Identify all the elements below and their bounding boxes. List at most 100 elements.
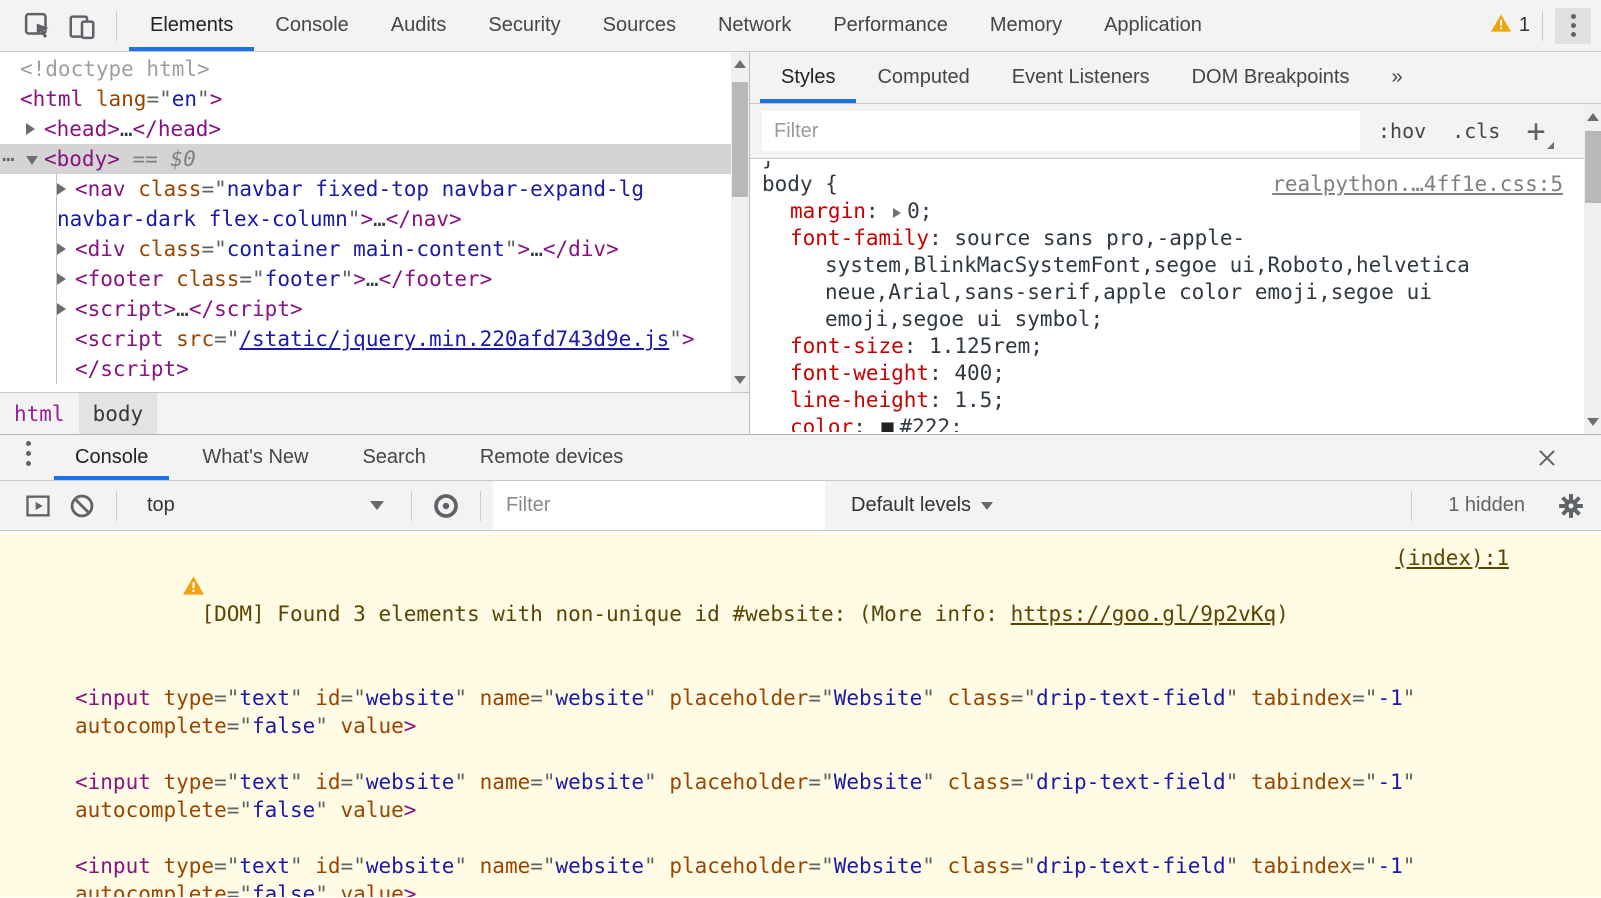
device-toolbar-icon[interactable] [60, 4, 104, 48]
toolbar-divider [116, 491, 117, 521]
new-style-rule-button[interactable]: + [1526, 121, 1545, 141]
dom-tree-node[interactable]: <html lang="en"> [0, 84, 731, 114]
dom-tree-node[interactable]: <script src="/static/jquery.min.220afd74… [57, 324, 731, 354]
panel-tab-security[interactable]: Security [467, 0, 581, 51]
devtools-top-bar: ElementsConsoleAuditsSecuritySourcesNetw… [0, 0, 1601, 52]
collapsed-arrow-icon[interactable] [57, 233, 75, 263]
panel-tab-console[interactable]: Console [254, 0, 369, 51]
warning-icon [30, 547, 205, 631]
drawer-tab-bar: Console What's New Search Remote devices [0, 435, 1601, 481]
clear-console-icon[interactable] [60, 484, 104, 528]
scroll-up-icon[interactable] [1587, 113, 1599, 121]
context-label: top [147, 494, 175, 517]
scroll-up-icon[interactable] [734, 60, 746, 68]
console-sidebar-icon[interactable] [16, 484, 60, 528]
console-warning-message[interactable]: [DOM] Found 3 elements with non-unique i… [0, 535, 1601, 897]
css-declaration-margin[interactable]: margin: 0; [750, 198, 1571, 225]
warning-counter[interactable]: 1 [1490, 13, 1530, 39]
css-declaration-font-size[interactable]: font-size: 1.125rem; [750, 333, 1571, 360]
styles-tab-computed[interactable]: Computed [856, 52, 990, 103]
console-element-preview[interactable]: <input type="text" id="website" name="we… [75, 768, 1471, 824]
styles-filter-input[interactable] [762, 111, 1360, 151]
console-filter-wrap [493, 481, 825, 530]
levels-label: Default levels [851, 494, 971, 517]
close-drawer-button[interactable] [1529, 440, 1565, 476]
scroll-down-icon[interactable] [734, 376, 746, 384]
execution-context-select[interactable]: top [129, 481, 399, 530]
drawer-menu-kebab-icon[interactable] [16, 435, 40, 471]
css-declaration-line-height[interactable]: line-height: 1.5; [750, 387, 1571, 414]
stylesheet-source-link[interactable]: realpython.…4ff1e.css:5 [1272, 171, 1563, 198]
dom-tree-node[interactable]: <div class="container main-content">…</d… [57, 234, 731, 264]
css-declaration-font-weight[interactable]: font-weight: 400; [750, 360, 1571, 387]
inspect-element-icon[interactable] [16, 4, 60, 48]
styles-tab-styles[interactable]: Styles [760, 52, 856, 103]
dom-tree-node[interactable]: <footer class="footer">…</footer> [57, 264, 731, 294]
drawer-tab-console[interactable]: Console [54, 435, 169, 480]
styles-scrollbar[interactable] [1584, 105, 1601, 434]
dom-tree-node[interactable]: <head>…</head> [0, 114, 731, 144]
styles-rules[interactable]: }body {realpython.…4ff1e.css:5margin: 0;… [750, 159, 1601, 432]
console-filter-input[interactable] [493, 494, 825, 517]
console-settings-gear-icon[interactable] [1549, 484, 1593, 528]
scrollbar-thumb[interactable] [1585, 131, 1601, 203]
styles-tab-dom-breakpoints[interactable]: DOM Breakpoints [1171, 52, 1371, 103]
console-toolbar: top Default levels 1 hidden [0, 481, 1601, 531]
devtools-main: <!doctype html><html lang="en"><head>…</… [0, 52, 1601, 434]
hidden-count-label: 1 hidden [1448, 494, 1525, 517]
elements-dom-tree[interactable]: <!doctype html><html lang="en"><head>…</… [0, 52, 731, 392]
panel-tab-elements[interactable]: Elements [129, 0, 254, 51]
toolbar-right: 1 hidden [1399, 484, 1601, 528]
top-bar-icons [0, 0, 129, 51]
dom-tree-node[interactable]: <script>…</script> [57, 294, 731, 324]
dom-tree-node[interactable]: </script> [57, 354, 731, 384]
dom-tree-node[interactable]: <!doctype html> [0, 54, 731, 84]
collapsed-arrow-icon[interactable] [57, 263, 75, 293]
dom-tree-node[interactable]: <nav class="navbar fixed-top navbar-expa… [57, 174, 731, 234]
styles-tab-[interactable]: » [1370, 52, 1423, 103]
panel-tab-audits[interactable]: Audits [370, 0, 468, 51]
toggle-hov-button[interactable]: :hov [1378, 119, 1426, 143]
breadcrumb-item-html[interactable]: html [0, 393, 79, 434]
panel-tab-memory[interactable]: Memory [969, 0, 1083, 51]
console-drawer: Console What's New Search Remote devices to… [0, 434, 1601, 898]
drawer-tabs: Console What's New Search Remote devices [54, 435, 644, 480]
expand-value-arrow-icon[interactable] [893, 208, 901, 218]
live-expression-eye-icon[interactable] [424, 484, 468, 528]
styles-tab-event-listeners[interactable]: Event Listeners [991, 52, 1171, 103]
css-declaration-font-family[interactable]: font-family: source sans pro,-apple-syst… [750, 225, 1571, 333]
toolbar-divider [411, 491, 412, 521]
panel-tab-performance[interactable]: Performance [812, 0, 969, 51]
toggle-cls-button[interactable]: .cls [1452, 119, 1500, 143]
collapsed-arrow-icon[interactable] [57, 173, 75, 203]
scroll-down-icon[interactable] [1587, 418, 1599, 426]
node-overflow-dots-icon[interactable]: ⋯ [2, 144, 16, 174]
toolbar-divider [480, 491, 481, 521]
breadcrumb-item-body[interactable]: body [79, 393, 158, 434]
drawer-tab-remote-devices[interactable]: Remote devices [459, 435, 644, 480]
panel-tab-network[interactable]: Network [697, 0, 812, 51]
console-element-preview[interactable]: <input type="text" id="website" name="we… [75, 852, 1471, 897]
elements-scrollbar[interactable] [731, 52, 749, 392]
panel-tab-sources[interactable]: Sources [582, 0, 697, 51]
rule-selector-row[interactable]: body {realpython.…4ff1e.css:5 [750, 171, 1571, 198]
scrollbar-thumb[interactable] [732, 82, 748, 197]
css-declaration-color[interactable]: color: #222; [750, 414, 1571, 432]
body-children-group: <nav class="navbar fixed-top navbar-expa… [56, 174, 731, 384]
color-swatch[interactable] [881, 422, 894, 432]
log-levels-select[interactable]: Default levels [851, 494, 993, 517]
devtools-window: ElementsConsoleAuditsSecuritySourcesNetw… [0, 0, 1601, 898]
console-element-preview[interactable]: <input type="text" id="website" name="we… [75, 684, 1471, 740]
expanded-arrow-icon[interactable] [26, 143, 44, 173]
drawer-tab-search[interactable]: Search [341, 435, 446, 480]
panel-tabs: ElementsConsoleAuditsSecuritySourcesNetw… [129, 0, 1223, 51]
drawer-tab-what-s-new[interactable]: What's New [181, 435, 329, 480]
main-menu-kebab-icon[interactable] [1555, 8, 1591, 44]
collapsed-arrow-icon[interactable] [26, 113, 44, 143]
dom-tree-node[interactable]: ⋯<body> == $0 [0, 144, 731, 174]
message-source-link[interactable]: (index):1 [1395, 544, 1509, 572]
console-messages[interactable]: [DOM] Found 3 elements with non-unique i… [0, 531, 1601, 897]
panel-tab-application[interactable]: Application [1083, 0, 1223, 51]
warning-summary: [DOM] Found 3 elements with non-unique i… [75, 544, 1471, 684]
collapsed-arrow-icon[interactable] [57, 293, 75, 323]
